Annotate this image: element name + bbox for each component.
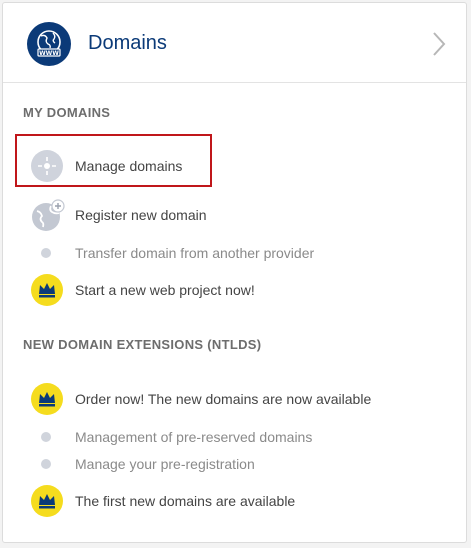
globe-plus-icon xyxy=(31,199,65,231)
menu-item-label: Transfer domain from another provider xyxy=(75,245,315,261)
svg-text:WWW: WWW xyxy=(39,50,59,57)
menu-item-pre-registration[interactable]: Manage your pre-registration xyxy=(3,448,443,480)
section-heading-my-domains: MY DOMAINS xyxy=(23,105,111,120)
menu-item-label: Management of pre-reserved domains xyxy=(75,429,313,445)
crown-icon xyxy=(31,274,63,306)
menu-item-transfer-domain[interactable]: Transfer domain from another provider xyxy=(3,237,443,269)
dot-icon xyxy=(41,459,51,469)
page-title: Domains xyxy=(88,32,167,54)
menu-item-label: The first new domains are available xyxy=(75,493,296,509)
section-heading-ntlds: NEW DOMAIN EXTENSIONS (NTLDS) xyxy=(23,337,262,352)
www-globe-icon: WWW xyxy=(27,22,71,66)
menu-item-register-domain[interactable]: Register new domain xyxy=(3,199,443,231)
chevron-right-icon[interactable] xyxy=(430,30,448,58)
crown-icon xyxy=(31,485,63,517)
dot-icon xyxy=(41,248,51,258)
menu-item-order-new-domains[interactable]: Order now! The new domains are now avail… xyxy=(3,383,443,415)
dot-icon xyxy=(41,432,51,442)
menu-item-label: Manage your pre-registration xyxy=(75,456,255,472)
menu-item-label: Start a new web project now! xyxy=(75,282,255,298)
menu-item-first-new-domains[interactable]: The first new domains are available xyxy=(3,485,443,517)
panel-header[interactable]: WWW Domains xyxy=(3,3,466,83)
menu-item-label: Register new domain xyxy=(75,207,207,223)
menu-item-start-web-project[interactable]: Start a new web project now! xyxy=(3,274,443,306)
menu-item-label: Order now! The new domains are now avail… xyxy=(75,391,372,407)
crown-icon xyxy=(31,383,63,415)
domains-panel: WWW Domains MY DOMAINS Manage domains Re… xyxy=(2,2,467,543)
highlight-box xyxy=(15,134,212,187)
